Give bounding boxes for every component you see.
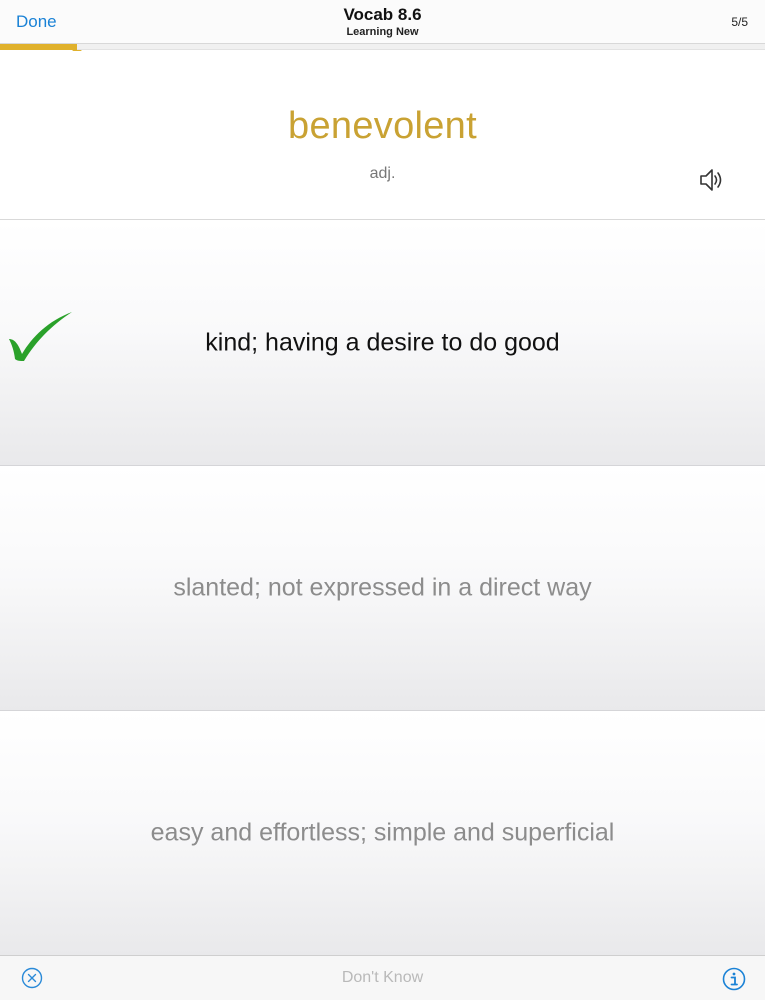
bottom-toolbar: Don't Know xyxy=(0,955,765,1000)
dont-know-button[interactable]: Don't Know xyxy=(0,969,765,987)
answer-option-3[interactable]: easy and effortless; simple and superfic… xyxy=(0,711,765,956)
answer-text: kind; having a desire to do good xyxy=(205,328,560,357)
app: Done Vocab 8.6 Learning New 5/5 benevole… xyxy=(0,0,765,1000)
page-subtitle: Learning New xyxy=(346,26,419,38)
part-of-speech: adj. xyxy=(369,165,396,182)
title-block: Vocab 8.6 Learning New xyxy=(0,5,765,39)
progress-fill xyxy=(0,44,77,50)
info-icon[interactable] xyxy=(722,967,746,991)
question-counter: 5/5 xyxy=(731,15,748,29)
word-card: benevolent adj. xyxy=(0,51,765,220)
answer-option-2[interactable]: slanted; not expressed in a direct way xyxy=(0,466,765,711)
answer-option-1[interactable]: kind; having a desire to do good xyxy=(0,221,765,466)
nav-bar: Done Vocab 8.6 Learning New 5/5 xyxy=(0,0,765,44)
answer-text: easy and effortless; simple and superfic… xyxy=(150,818,615,847)
vocab-word: benevolent xyxy=(288,105,477,147)
speaker-icon[interactable] xyxy=(698,166,726,194)
answer-text: slanted; not expressed in a direct way xyxy=(173,573,592,602)
page-title: Vocab 8.6 xyxy=(343,5,422,24)
progress-bar xyxy=(0,44,765,54)
